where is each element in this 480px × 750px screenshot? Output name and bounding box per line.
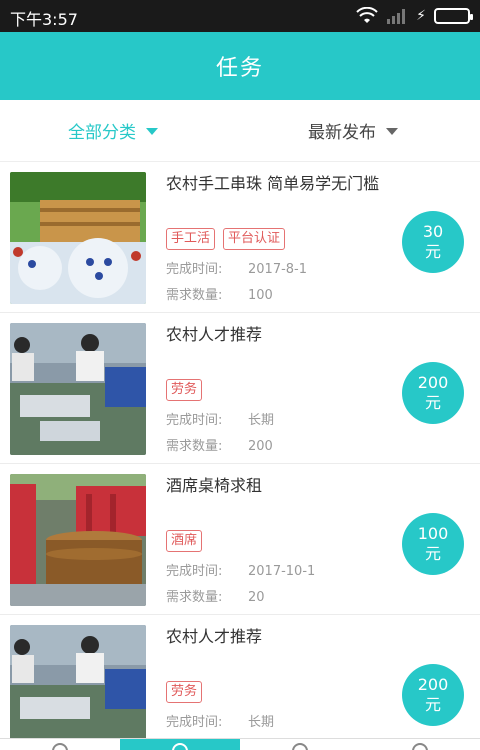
complete-time-label: 完成时间: [166,715,223,730]
task-tag: 酒席 [166,530,203,552]
task-tag: 劳务 [166,379,203,401]
complete-time-label: 完成时间: [166,564,223,579]
bottom-tab-1[interactable] [0,739,120,750]
complete-time-value: 2017-8-1 [248,262,308,277]
complete-time-row: 完成时间: 长期 [166,409,274,428]
price-unit: 元 [424,544,441,563]
category-filter-label: 全部分类 [68,123,136,143]
complete-time-row: 完成时间: 2017-10-1 [166,560,315,579]
wifi-icon [356,7,378,23]
task-title: 农村手工串珠 简单易学无门槛 [166,174,380,193]
price-unit: 元 [424,393,441,412]
caret-down-icon [146,128,158,135]
signal-icon [387,9,406,24]
tag-row: 手工活 平台认证 [166,228,286,250]
quantity-value: 200 [248,439,273,454]
status-time: 下午3:57 [10,10,78,29]
status-icons: ⚡ [356,7,473,25]
sort-filter-label: 最新发布 [308,123,376,143]
price-badge: 200 元 [402,362,464,424]
task-title: 农村人才推荐 [166,627,263,646]
task-card[interactable]: 农村人才推荐 劳务 完成时间: 长期 需求数量: 200 200 元 [0,313,480,464]
price-unit: 元 [424,695,441,714]
bottom-tab-4[interactable] [360,739,480,750]
task-tag: 平台认证 [223,228,286,250]
quantity-label: 需求数量: [166,288,223,303]
tab-icon [412,743,428,750]
complete-time-value: 2017-10-1 [248,564,316,579]
price-badge: 100 元 [402,513,464,575]
price-badge: 30 元 [402,211,464,273]
battery-icon [434,8,473,24]
charging-icon: ⚡ [416,8,426,24]
task-thumbnail-workshop [10,323,146,455]
task-tag: 手工活 [166,228,216,250]
tag-row: 劳务 [166,681,203,703]
quantity-label: 需求数量: [166,590,223,605]
task-card[interactable]: 农村手工串珠 简单易学无门槛 手工活 平台认证 完成时间: 2017-8-1 需求… [0,162,480,313]
bottom-tab-tasks[interactable] [120,739,240,750]
task-thumbnail-beads [10,172,146,304]
category-filter-dropdown[interactable]: 全部分类 [68,118,158,143]
price-unit: 元 [424,242,441,261]
app-header: 任务 [0,32,480,100]
complete-time-label: 完成时间: [166,413,223,428]
task-card[interactable]: 农村人才推荐 劳务 完成时间: 长期 200 元 [0,615,480,750]
complete-time-row: 完成时间: 长期 [166,711,274,730]
complete-time-value: 长期 [248,715,275,730]
tab-icon [52,743,68,750]
status-bar: 下午3:57 ⚡ [0,0,480,32]
price-badge: 200 元 [402,664,464,726]
task-card[interactable]: 酒席桌椅求租 酒席 完成时间: 2017-10-1 需求数量: 20 100 元 [0,464,480,615]
tag-row: 酒席 [166,530,203,552]
quantity-row: 需求数量: 100 [166,284,273,303]
quantity-value: 100 [248,288,273,303]
quantity-value: 20 [248,590,265,605]
task-title: 酒席桌椅求租 [166,476,263,495]
quantity-label: 需求数量: [166,439,223,454]
page-title: 任务 [215,56,264,81]
tag-row: 劳务 [166,379,203,401]
complete-time-label: 完成时间: [166,262,223,277]
price-value: 200 [417,675,449,694]
caret-down-icon [386,128,398,135]
price-value: 30 [422,222,444,241]
tab-icon [292,743,308,750]
quantity-row: 需求数量: 200 [166,435,273,454]
tab-icon [172,743,188,750]
task-thumbnail-workshop [10,625,146,750]
price-value: 100 [417,524,449,543]
task-list: 农村手工串珠 简单易学无门槛 手工活 平台认证 完成时间: 2017-8-1 需求… [0,162,480,750]
bottom-tab-3[interactable] [240,739,360,750]
task-tag: 劳务 [166,681,203,703]
complete-time-value: 长期 [248,413,275,428]
price-value: 200 [417,373,449,392]
task-thumbnail-tables [10,474,146,606]
filter-bar: 全部分类 最新发布 [0,100,480,162]
quantity-row: 需求数量: 20 [166,586,265,605]
sort-filter-dropdown[interactable]: 最新发布 [308,118,398,143]
complete-time-row: 完成时间: 2017-8-1 [166,258,307,277]
bottom-tab-bar [0,738,480,750]
task-title: 农村人才推荐 [166,325,263,344]
